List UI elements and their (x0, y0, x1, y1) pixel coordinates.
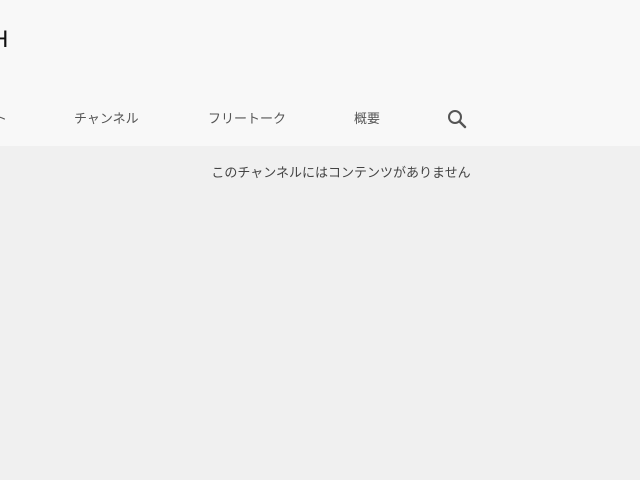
empty-state-message: このチャンネルにはコンテンツがありません (211, 166, 471, 181)
search-button[interactable] (446, 108, 468, 130)
tab-home[interactable]: ト (0, 108, 7, 127)
channel-tabs: ト チャンネル フリートーク 概要 (0, 96, 640, 144)
tab-channels[interactable]: チャンネル (74, 108, 139, 127)
channel-header: Ḩ ト チャンネル フリートーク 概要 (0, 0, 640, 146)
tab-discussion[interactable]: フリートーク (208, 108, 286, 127)
channel-title: Ḩ (0, 28, 9, 53)
search-icon (448, 110, 467, 129)
channel-content: このチャンネルにはコンテンツがありません (0, 146, 640, 480)
tab-about[interactable]: 概要 (354, 108, 380, 127)
